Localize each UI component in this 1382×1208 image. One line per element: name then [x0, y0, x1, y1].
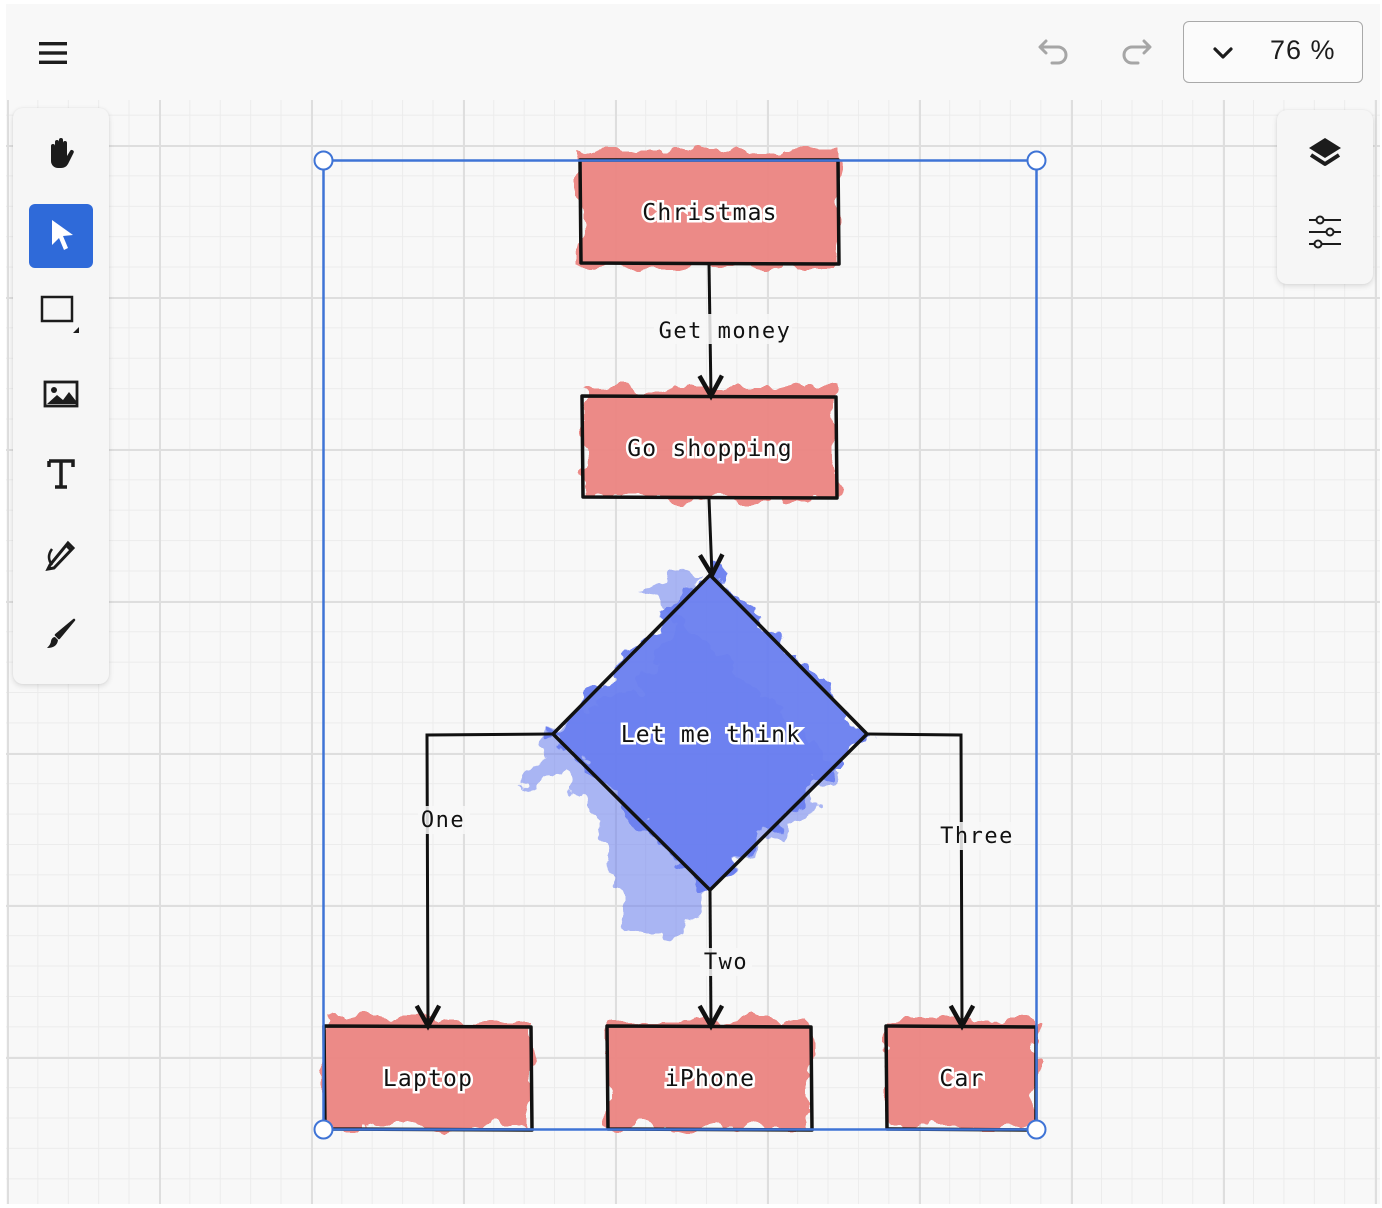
edge-label-one: One — [421, 808, 465, 833]
node-label-christmas: Christmas — [642, 200, 777, 226]
text-icon — [45, 457, 77, 495]
brush-icon — [43, 616, 79, 656]
node-label-laptop: Laptop — [383, 1066, 473, 1092]
edge-three — [867, 732, 962, 1026]
node-label-iphone: iPhone — [665, 1066, 755, 1092]
pointer-icon — [46, 217, 76, 255]
flowchart-diagram: Get money One Two Three Christmas Go sho… — [313, 150, 1047, 1140]
pen-icon — [42, 535, 80, 577]
image-icon — [43, 379, 79, 413]
brush-tool[interactable] — [29, 604, 93, 668]
style-settings-button[interactable] — [1293, 202, 1357, 266]
layers-button[interactable] — [1293, 124, 1357, 188]
edge-to-decision — [709, 498, 712, 575]
right-panel — [1277, 110, 1373, 284]
left-toolbar — [13, 108, 109, 684]
node-label-car: Car — [939, 1066, 984, 1092]
node-fills — [324, 150, 1036, 1128]
select-tool[interactable] — [29, 204, 93, 268]
edge-label-two: Two — [704, 950, 748, 975]
rectangle-icon — [39, 293, 83, 339]
resize-handle-top-left[interactable] — [313, 150, 334, 171]
sliders-icon — [1306, 214, 1344, 254]
text-tool[interactable] — [29, 444, 93, 508]
hand-icon — [41, 134, 81, 178]
decision-fill-spill — [520, 570, 840, 940]
edge-label-get-money: Get money — [659, 319, 792, 344]
hand-tool[interactable] — [29, 124, 93, 188]
image-tool[interactable] — [29, 364, 93, 428]
resize-handle-bottom-left[interactable] — [313, 1119, 334, 1140]
pen-tool[interactable] — [29, 524, 93, 588]
node-label-decision: Let me think — [621, 722, 802, 748]
layers-icon — [1305, 134, 1345, 178]
app: 76 % Get money One Two Three Christmas G… — [0, 0, 1382, 1208]
edge-label-three: Three — [940, 824, 1014, 849]
node-label-go-shopping: Go shopping — [627, 436, 793, 462]
resize-handle-top-right[interactable] — [1026, 150, 1047, 171]
rectangle-tool[interactable] — [29, 284, 93, 348]
resize-handle-bottom-right[interactable] — [1026, 1119, 1047, 1140]
